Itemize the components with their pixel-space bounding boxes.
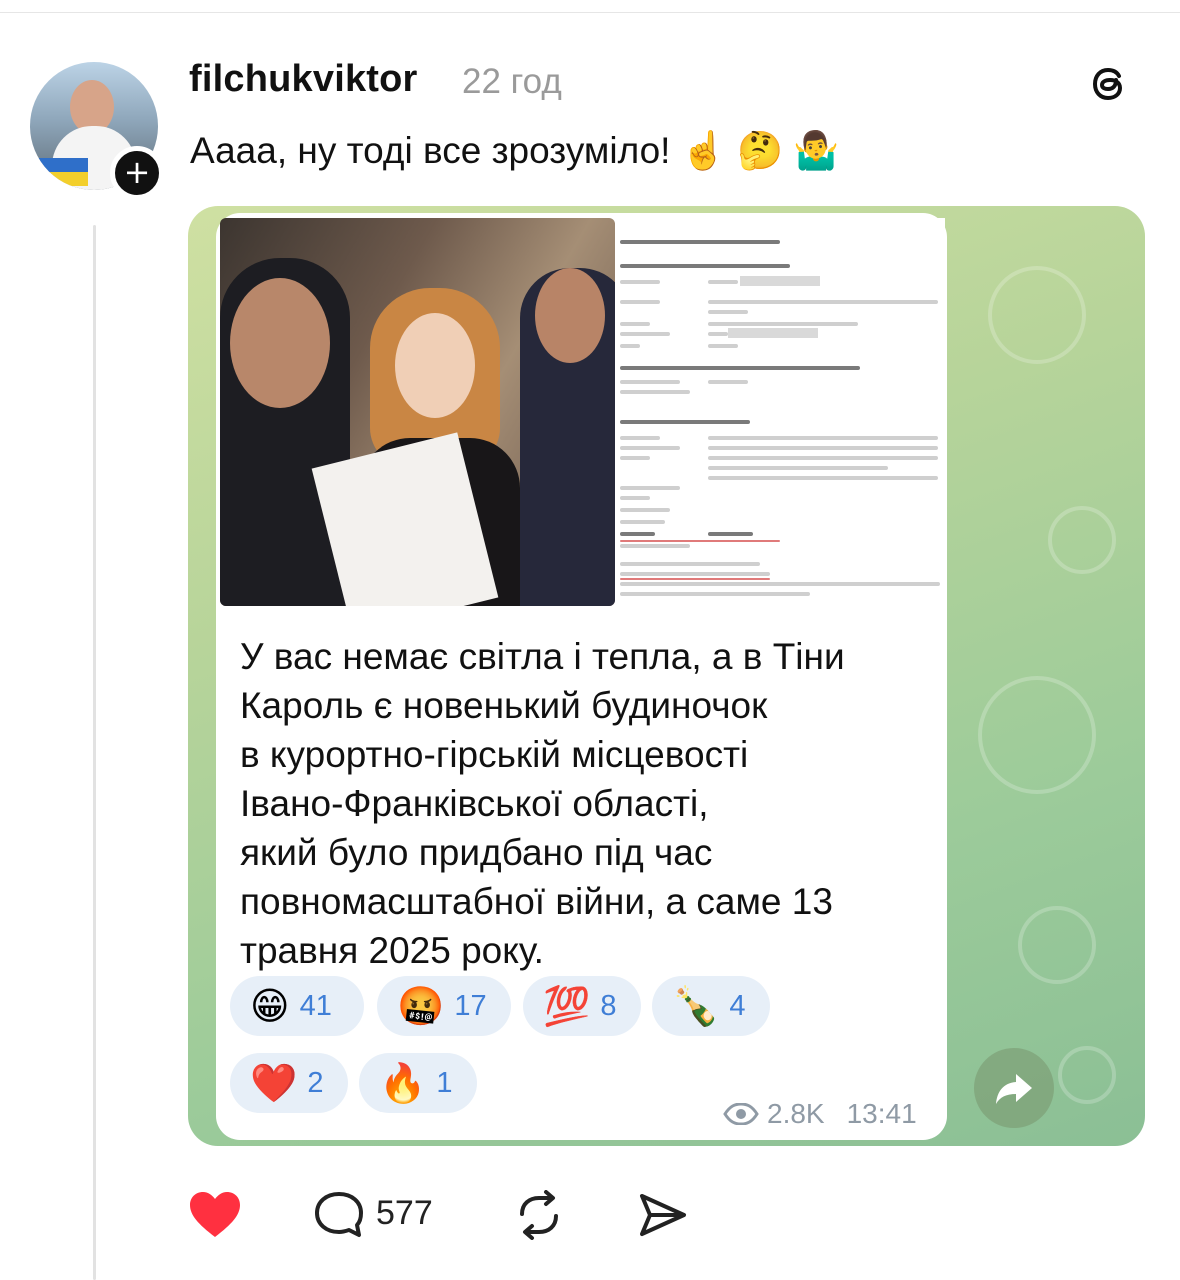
fire-emoji-icon: 🔥 <box>379 1061 427 1105</box>
message-meta: 2.8K 13:41 <box>723 1098 917 1130</box>
send-icon[interactable] <box>636 1190 690 1240</box>
view-count: 2.8K <box>767 1098 825 1129</box>
forward-button[interactable] <box>974 1048 1054 1128</box>
threads-icon[interactable] <box>1088 62 1132 106</box>
caption-line: Кароль є новенький будиночок <box>240 685 768 726</box>
reaction-heart[interactable]: ❤️ 2 <box>230 1053 348 1113</box>
caption-line: в курортно-гірській місцевості <box>240 734 749 775</box>
top-divider <box>0 12 1180 13</box>
caption-line: У вас немає світла і тепла, а в Тіни <box>240 636 845 677</box>
follow-plus-icon[interactable]: + <box>110 146 164 200</box>
heart-icon[interactable] <box>188 1190 242 1240</box>
comment-icon[interactable] <box>312 1190 366 1240</box>
reaction-champagne[interactable]: 🍾 4 <box>652 976 770 1036</box>
reaction-count: 8 <box>600 989 617 1022</box>
reaction-count: 4 <box>729 989 746 1022</box>
grin-emoji-icon: 😁 <box>250 984 290 1028</box>
caption-line: який було придбано під час <box>240 832 713 873</box>
thread-connector-line <box>93 225 96 1280</box>
reaction-fire[interactable]: 🔥 1 <box>359 1053 477 1113</box>
repost-icon[interactable] <box>512 1190 566 1240</box>
post-text: Аааа, ну тоді все зрозуміло! ☝️ 🤔 🤷‍♂️ <box>190 130 840 171</box>
replies-count[interactable]: 577 <box>376 1194 433 1233</box>
hundred-emoji-icon: 💯 <box>543 984 591 1028</box>
property-registry-document[interactable] <box>618 218 945 606</box>
heart-emoji-icon: ❤️ <box>250 1061 298 1105</box>
caption-line: травня 2025 року. <box>240 930 544 971</box>
post-time: 22 год <box>462 62 562 101</box>
eye-icon <box>723 1103 759 1125</box>
reaction-grin[interactable]: 😁 41 <box>230 976 364 1036</box>
message-caption: У вас немає світла і тепла, а в Тіни Кар… <box>240 632 845 975</box>
reaction-count: 2 <box>307 1066 324 1099</box>
champagne-emoji-icon: 🍾 <box>672 984 720 1028</box>
reaction-hundred[interactable]: 💯 8 <box>523 976 641 1036</box>
reaction-count: 1 <box>436 1066 453 1099</box>
caption-line: повномасштабної війни, а саме 13 <box>240 881 833 922</box>
message-photo[interactable] <box>220 218 615 606</box>
forward-arrow-icon <box>996 1074 1032 1104</box>
cursing-emoji-icon: 🤬 <box>397 984 445 1028</box>
username[interactable]: filchukviktor <box>189 58 418 101</box>
message-time: 13:41 <box>846 1098 917 1129</box>
reaction-count: 17 <box>454 989 487 1022</box>
reaction-cursing[interactable]: 🤬 17 <box>377 976 511 1036</box>
reaction-count: 41 <box>299 989 332 1022</box>
caption-line: Івано-Франківської області, <box>240 783 709 824</box>
